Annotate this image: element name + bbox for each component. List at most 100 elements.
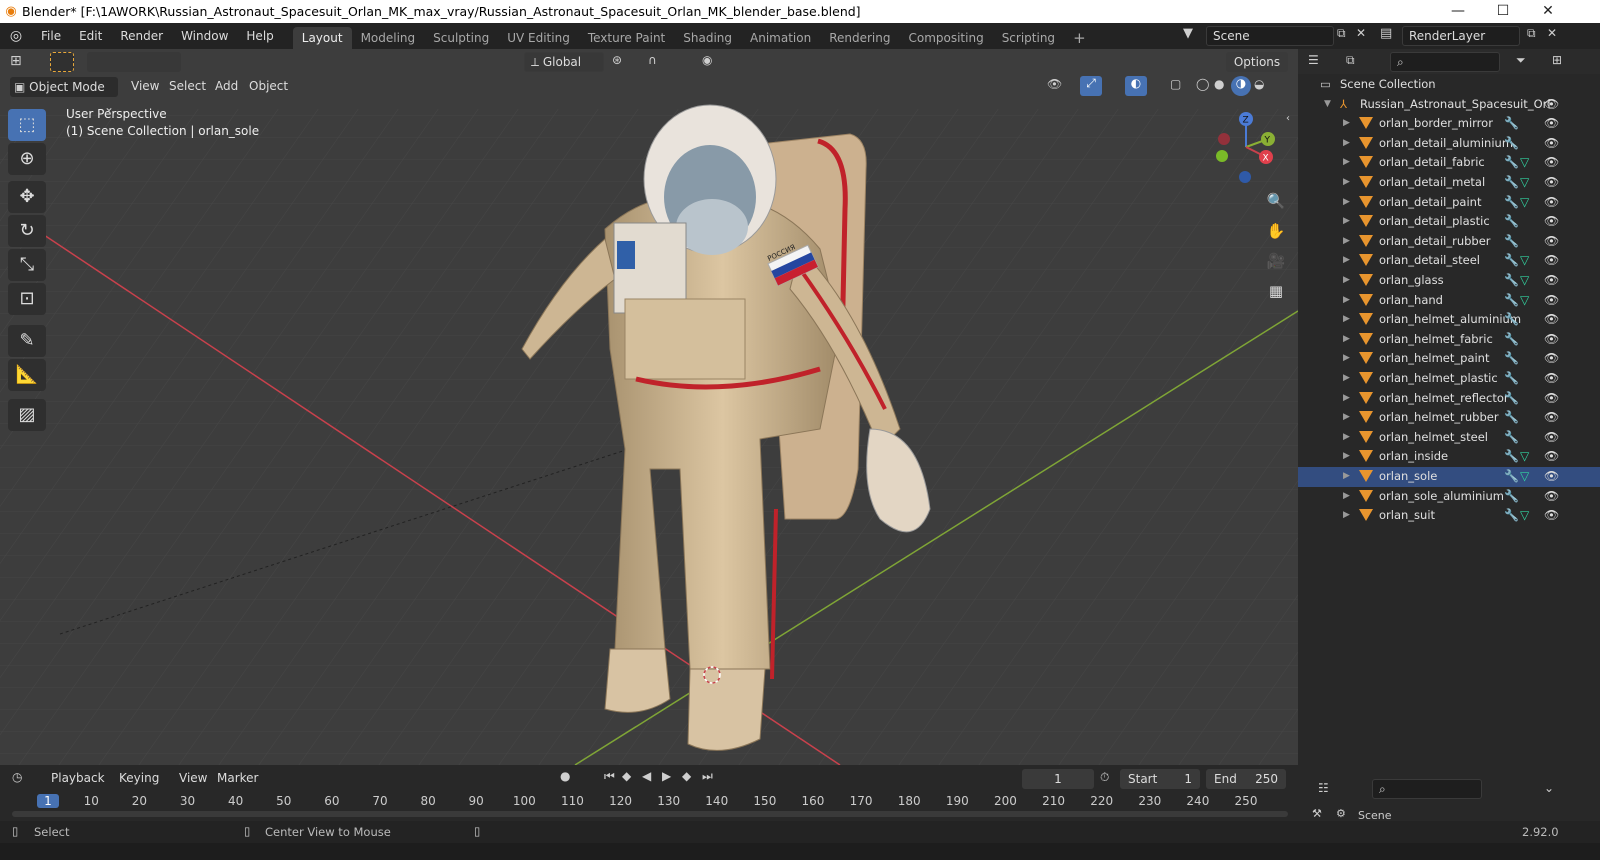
outliner-item[interactable]: ▶ orlan_detail_fabric 🔧 ▽ 👁 [1298, 153, 1600, 173]
modifier-wrench-icon[interactable]: 🔧 [1504, 330, 1519, 350]
zoom-icon[interactable]: 🔍 [1262, 187, 1290, 215]
tab-texture-paint[interactable]: Texture Paint [579, 27, 674, 49]
filter-icon[interactable]: ⏷ [1516, 53, 1526, 68]
gizmo-toggle-icon[interactable]: ⤢ [1080, 76, 1102, 96]
overlays-toggle-icon[interactable]: ◐ [1125, 76, 1147, 96]
solid-shading-icon[interactable]: ● [1214, 77, 1224, 91]
scene-selector[interactable]: Scene [1206, 26, 1334, 46]
eye-icon[interactable]: 👁 [1544, 369, 1559, 389]
eye-icon[interactable]: 👁 [1544, 428, 1559, 448]
expand-arrow-icon[interactable]: ▶ [1343, 251, 1350, 271]
chevron-down-icon[interactable]: ⌄ [1544, 781, 1554, 795]
menu-window[interactable]: Window [172, 23, 237, 49]
move-tool-button[interactable]: ✥ [8, 181, 46, 213]
expand-arrow-icon[interactable]: ▶ [1343, 487, 1350, 507]
parent-object-row[interactable]: ▼ ⅄ Russian_Astronaut_Spacesuit_Orl 👁 [1298, 95, 1600, 115]
eye-icon[interactable]: 👁 [1544, 251, 1559, 271]
expand-arrow-icon[interactable]: ▶ [1343, 212, 1350, 232]
expand-arrow-icon[interactable]: ▶ [1343, 349, 1350, 369]
eye-icon[interactable]: 👁 [1544, 114, 1559, 134]
outliner-item[interactable]: ▶ orlan_detail_steel 🔧 ▽ 👁 [1298, 251, 1600, 271]
xray-icon[interactable]: ▢ [1170, 77, 1181, 91]
modifier-wrench-icon[interactable]: 🔧 [1504, 232, 1519, 252]
transform-orientation-select[interactable]: ⟂ Global [524, 52, 604, 72]
outliner-item[interactable]: ▶ orlan_sole_aluminium 🔧 👁 [1298, 487, 1600, 507]
modifier-wrench-icon[interactable]: 🔧 [1504, 487, 1519, 507]
mesh-data-icon[interactable]: ▽ [1520, 193, 1529, 213]
scene-icon[interactable]: ▼ [1183, 26, 1193, 41]
visibility-icon[interactable]: 👁 [1047, 77, 1062, 91]
modifier-wrench-icon[interactable]: 🔧 [1504, 193, 1519, 213]
expand-arrow-icon[interactable]: ▶ [1343, 310, 1350, 330]
modifier-wrench-icon[interactable]: 🔧 [1504, 153, 1519, 173]
tab-scripting[interactable]: Scripting [993, 27, 1064, 49]
outliner-item[interactable]: ▶ orlan_helmet_fabric 🔧 👁 [1298, 330, 1600, 350]
tool-tab-icon[interactable]: ⚒ [1312, 807, 1322, 820]
annotate-tool-button[interactable]: ✎ [8, 325, 46, 357]
eye-icon[interactable]: 👁 [1544, 506, 1559, 526]
view-layer-selector[interactable]: RenderLayer [1402, 26, 1520, 46]
outliner-item[interactable]: ▶ orlan_detail_paint 🔧 ▽ 👁 [1298, 193, 1600, 213]
camera-icon[interactable]: 🎥 [1262, 247, 1290, 275]
eye-icon[interactable]: 👁 [1544, 408, 1559, 428]
pivot-icon[interactable]: ⊛ [612, 53, 622, 67]
mesh-data-icon[interactable]: ▽ [1520, 467, 1529, 487]
add-workspace-button[interactable]: + [1064, 27, 1095, 49]
pan-hand-icon[interactable]: ✋ [1262, 217, 1290, 245]
eye-icon[interactable]: 👁 [1544, 447, 1559, 467]
viewport-menu-object[interactable]: Object [240, 73, 297, 99]
expand-arrow-icon[interactable]: ▶ [1343, 153, 1350, 173]
modifier-wrench-icon[interactable]: 🔧 [1504, 173, 1519, 193]
modifier-wrench-icon[interactable]: 🔧 [1504, 506, 1519, 526]
outliner-item[interactable]: ▶ orlan_helmet_rubber 🔧 👁 [1298, 408, 1600, 428]
outliner-search-input[interactable]: ⌕ [1390, 52, 1500, 72]
expand-arrow-icon[interactable]: ▶ [1343, 134, 1350, 154]
mesh-data-icon[interactable]: ▽ [1520, 271, 1529, 291]
modifier-wrench-icon[interactable]: 🔧 [1504, 114, 1519, 134]
outliner-item[interactable]: ▶ orlan_inside 🔧 ▽ 👁 [1298, 447, 1600, 467]
outliner-item[interactable]: ▶ orlan_detail_aluminium 🔧 👁 [1298, 134, 1600, 154]
tab-shading[interactable]: Shading [674, 27, 741, 49]
tab-uv-editing[interactable]: UV Editing [498, 27, 579, 49]
editor-type-icon[interactable]: ⊞ [10, 53, 22, 69]
add-cube-tool-button[interactable]: ▨ [8, 399, 46, 431]
select-box-tool-icon[interactable] [50, 52, 74, 72]
display-mode-icon[interactable]: ⧉ [1346, 53, 1355, 68]
rendered-shading-icon[interactable]: ◒ [1254, 77, 1264, 91]
outliner-item[interactable]: ▶ orlan_detail_rubber 🔧 👁 [1298, 232, 1600, 252]
selection-mode-buttons[interactable] [87, 52, 181, 72]
eye-icon[interactable]: 👁 [1544, 173, 1559, 193]
modifier-wrench-icon[interactable]: 🔧 [1504, 134, 1519, 154]
cursor-tool-button[interactable]: ⊕ [8, 143, 46, 175]
menu-help[interactable]: Help [237, 23, 282, 49]
menu-file[interactable]: File [32, 23, 70, 49]
modifier-wrench-icon[interactable]: 🔧 [1504, 467, 1519, 487]
blender-menu-icon[interactable]: ◎ [0, 28, 32, 44]
sidebar-toggle-icon[interactable]: ‹ [1286, 113, 1290, 124]
eye-icon[interactable]: 👁 [1544, 467, 1559, 487]
timeline-scrollbar[interactable] [12, 811, 1288, 817]
outliner-item[interactable]: ▶ orlan_hand 🔧 ▽ 👁 [1298, 291, 1600, 311]
eye-icon[interactable]: 👁 [1544, 291, 1559, 311]
rotate-tool-button[interactable]: ↻ [8, 215, 46, 247]
properties-editor-icon[interactable]: ☷ [1318, 781, 1329, 795]
modifier-wrench-icon[interactable]: 🔧 [1504, 212, 1519, 232]
expand-arrow-icon[interactable]: ▶ [1343, 291, 1350, 311]
expand-arrow-icon[interactable]: ▼ [1324, 95, 1331, 115]
properties-search-input[interactable]: ⌕ [1372, 779, 1482, 799]
outliner-item[interactable]: ▶ orlan_sole 🔧 ▽ 👁 [1298, 467, 1600, 487]
outliner-item[interactable]: ▶ orlan_suit 🔧 ▽ 👁 [1298, 506, 1600, 526]
proportional-edit-icon[interactable]: ◉ [702, 53, 712, 67]
expand-arrow-icon[interactable]: ▶ [1343, 271, 1350, 291]
measure-tool-button[interactable]: 📐 [8, 359, 46, 391]
modifier-wrench-icon[interactable]: 🔧 [1504, 291, 1519, 311]
3d-viewport[interactable]: РОССИЯ ⊞ ⟂ Global ⊛ ∩ ◉ Options ▣ Object… [0, 49, 1298, 765]
tab-layout[interactable]: Layout [292, 27, 352, 49]
modifier-wrench-icon[interactable]: 🔧 [1504, 447, 1519, 467]
eye-icon[interactable]: 👁 [1544, 271, 1559, 291]
mesh-data-icon[interactable]: ▽ [1520, 291, 1529, 311]
tab-sculpting[interactable]: Sculpting [424, 27, 498, 49]
eye-icon[interactable]: 👁 [1544, 212, 1559, 232]
eye-icon[interactable]: 👁 [1544, 389, 1559, 409]
tab-rendering[interactable]: Rendering [820, 27, 899, 49]
